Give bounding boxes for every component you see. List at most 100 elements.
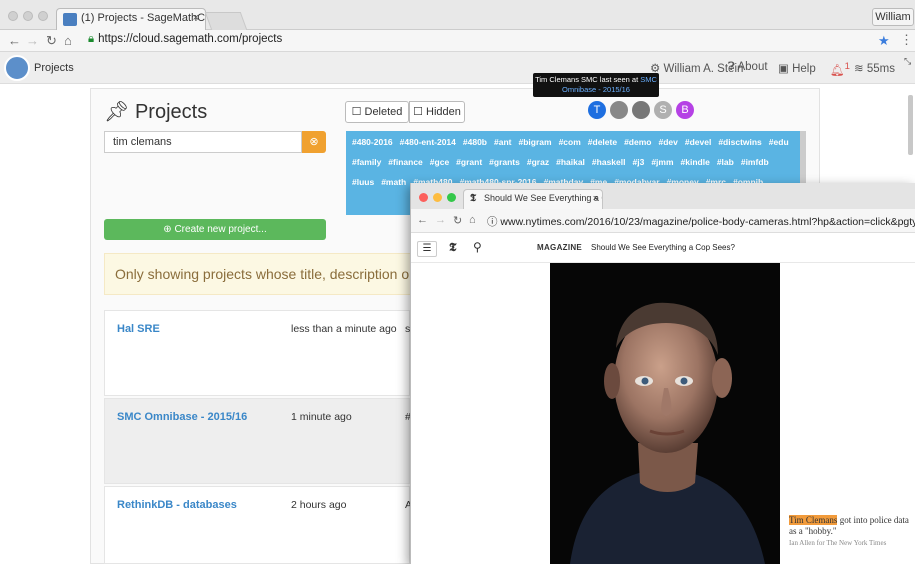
hashtag-chip[interactable]: #math <box>381 177 406 187</box>
section-label[interactable]: MAGAZINE <box>537 243 582 252</box>
minimize-window-icon[interactable] <box>23 11 33 21</box>
forward-icon[interactable]: → <box>435 214 446 226</box>
projects-nav-tab[interactable]: Projects <box>34 58 74 78</box>
tab-title: Should We See Everything a C <box>484 193 603 203</box>
portrait-photo <box>550 263 780 564</box>
tab-close-icon[interactable]: × <box>193 12 199 24</box>
bell-icon: 🔔︎ <box>830 64 845 77</box>
hashtag-chip[interactable]: #finance <box>388 157 423 167</box>
project-row[interactable]: RethinkDB - databases 2 hours ago A <box>104 486 412 564</box>
close-window-icon[interactable] <box>8 11 18 21</box>
hashtag-chip[interactable]: #jmm <box>651 157 673 167</box>
hashtag-chip[interactable]: #disctwins <box>718 137 761 147</box>
hashtag-chip[interactable]: #family <box>352 157 381 167</box>
portrait-illustration <box>550 263 780 564</box>
about-label: About <box>737 61 768 73</box>
bookmark-star-icon[interactable]: ★ <box>878 33 890 49</box>
hashtag-chip[interactable]: #dev <box>658 137 677 147</box>
photo-credit: Ian Allen for The New York Times <box>789 539 887 547</box>
about-link[interactable]: ❓︎ About <box>728 61 768 74</box>
tab-close-icon[interactable]: × <box>593 193 598 203</box>
tab-title: (1) Projects - SageMathCloud <box>81 12 206 24</box>
clear-search-button[interactable]: ⊗ <box>302 131 326 153</box>
search-icon[interactable]: ⚲ <box>473 240 482 254</box>
home-icon[interactable]: ⌂ <box>64 33 72 48</box>
browser-tab-bar: (1) Projects - SageMathCloud × William <box>0 0 915 30</box>
avatar[interactable]: T <box>588 101 606 119</box>
help-link[interactable]: ▣ Help <box>778 61 816 75</box>
hashtag-chip[interactable]: #haskell <box>592 157 626 167</box>
avatar[interactable] <box>610 101 628 119</box>
project-search-input[interactable]: tim clemans <box>104 131 302 153</box>
hidden-toggle-button[interactable]: ☐ Hidden <box>409 101 465 123</box>
nyt-favicon-icon: 𝕿 <box>470 193 477 204</box>
hashtag-chip[interactable]: #devel <box>685 137 711 147</box>
hashtag-chip[interactable]: #grants <box>489 157 520 167</box>
sagemath-logo-icon[interactable] <box>4 55 30 81</box>
project-row[interactable]: SMC Omnibase - 2015/16 1 minute ago # <box>104 398 411 484</box>
address-bar-row: ← → ↻ ⌂ 🔒︎ https://cloud.sagemath.com/pro… <box>0 30 915 52</box>
caption-highlight: Tim Clemans <box>789 515 838 525</box>
forward-icon[interactable]: → <box>26 33 39 48</box>
project-title[interactable]: SMC Omnibase - 2015/16 <box>117 411 247 423</box>
project-last-edited: 2 hours ago <box>291 499 347 511</box>
maximize-window-icon[interactable] <box>447 193 456 202</box>
avatar[interactable] <box>632 101 650 119</box>
hashtag-chip[interactable]: #480-2016 <box>352 137 393 147</box>
project-row[interactable]: Hal SRE less than a minute ago s <box>104 310 410 396</box>
create-label: Create new project... <box>174 224 267 235</box>
project-title[interactable]: Hal SRE <box>117 323 160 335</box>
minimize-window-icon[interactable] <box>433 193 442 202</box>
url-field[interactable]: ⓘ www.nytimes.com/2016/10/23/magazine/po… <box>487 214 915 229</box>
wifi-icon: ≋ <box>854 63 867 75</box>
ping-value: 55ms <box>866 63 895 75</box>
hashtag-chip[interactable]: #imfdb <box>741 157 769 167</box>
nyt-tab-bar: 𝕿 Should We See Everything a C × <box>411 183 915 209</box>
maximize-window-icon[interactable] <box>38 11 48 21</box>
hashtag-chip[interactable]: #bigram <box>518 137 551 147</box>
hashtag-chip[interactable]: #com <box>559 137 581 147</box>
notifications-bell[interactable]: 🔔︎1 <box>830 61 850 77</box>
home-icon[interactable]: ⌂ <box>469 214 476 226</box>
fullscreen-icon[interactable]: ⤡ <box>904 56 911 67</box>
profile-button[interactable]: William <box>872 8 914 26</box>
help-label: Help <box>792 63 816 75</box>
reload-icon[interactable]: ↻ <box>453 214 462 227</box>
avatar[interactable]: B <box>676 101 694 119</box>
hashtag-chip[interactable]: #haikal <box>556 157 585 167</box>
reload-icon[interactable]: ↻ <box>46 33 57 49</box>
hashtag-chip[interactable]: #delete <box>588 137 617 147</box>
deleted-toggle-button[interactable]: ☐ Deleted <box>345 101 409 123</box>
tab-projects[interactable]: (1) Projects - SageMathCloud × <box>56 8 206 30</box>
hashtag-chip[interactable]: #480b <box>463 137 487 147</box>
lock-icon: 🔒︎ <box>88 33 95 45</box>
hashtag-chip[interactable]: #demo <box>624 137 651 147</box>
nyt-logo-icon[interactable]: 𝕿 <box>449 240 456 255</box>
hashtag-chip[interactable]: #luus <box>352 177 374 187</box>
close-window-icon[interactable] <box>419 193 428 202</box>
back-icon[interactable]: ← <box>8 33 21 48</box>
hashtag-chip[interactable]: #graz <box>527 157 549 167</box>
nyt-address-bar: ← → ↻ ⌂ ⓘ www.nytimes.com/2016/10/23/mag… <box>411 209 915 233</box>
hamburger-menu-icon[interactable]: ☰ <box>417 241 437 257</box>
hashtag-chip[interactable]: #j3 <box>632 157 644 167</box>
create-project-button[interactable]: ⊕ Create new project... <box>104 219 326 240</box>
hashtag-chip[interactable]: #480-ent-2014 <box>400 137 456 147</box>
medkit-icon: ▣ <box>778 63 793 75</box>
avatar[interactable]: S <box>654 101 672 119</box>
page-scrollbar[interactable] <box>908 95 913 155</box>
times-circle-icon: ⊗ <box>309 136 319 148</box>
hashtag-chip[interactable]: #grant <box>456 157 482 167</box>
project-title[interactable]: RethinkDB - databases <box>117 499 237 511</box>
url-field[interactable]: 🔒︎ https://cloud.sagemath.com/projects <box>88 33 282 46</box>
new-tab-button[interactable] <box>204 12 248 30</box>
menu-kebab-icon[interactable]: ⋮ <box>900 32 913 48</box>
hashtag-chip[interactable]: #kindle <box>681 157 710 167</box>
connection-status[interactable]: ≋ 55ms <box>854 61 895 75</box>
tab-nyt-article[interactable]: 𝕿 Should We See Everything a C × <box>463 189 603 209</box>
hashtag-chip[interactable]: #ant <box>494 137 511 147</box>
back-icon[interactable]: ← <box>417 214 428 226</box>
hashtag-chip[interactable]: #gce <box>430 157 449 167</box>
hashtag-chip[interactable]: #lab <box>717 157 734 167</box>
hashtag-chip[interactable]: #edu <box>769 137 789 147</box>
